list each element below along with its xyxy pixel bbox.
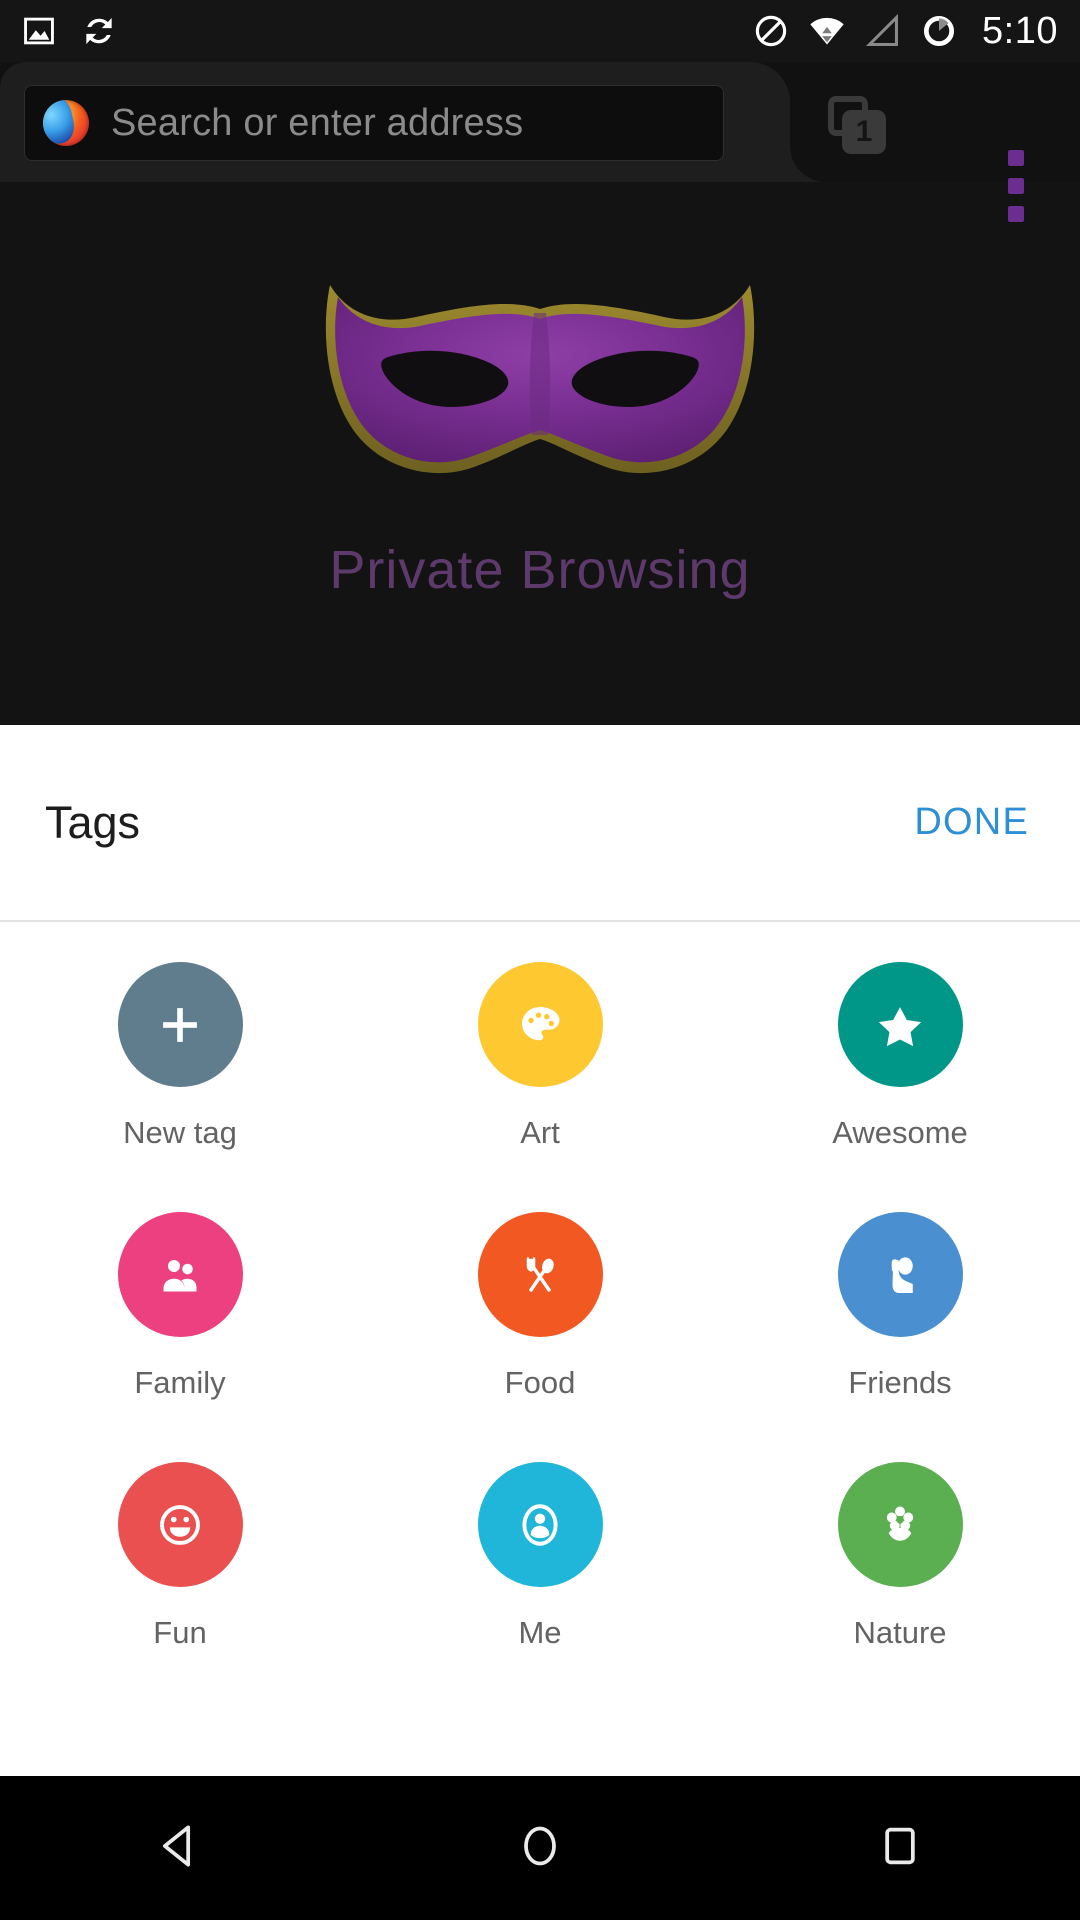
tag-label: Me bbox=[518, 1615, 562, 1650]
palette-icon bbox=[477, 962, 603, 1087]
smiley-icon bbox=[117, 1462, 243, 1587]
screenshot-icon bbox=[20, 12, 58, 50]
tag-grid: New tag Art Awesome Family Food Friends … bbox=[0, 922, 1080, 1712]
flower-icon bbox=[837, 1462, 963, 1587]
menu-dot bbox=[1008, 206, 1024, 222]
tag-item-food[interactable]: Food bbox=[360, 1212, 720, 1462]
tag-label: Food bbox=[504, 1365, 576, 1400]
home-button[interactable] bbox=[450, 1776, 630, 1920]
person-icon bbox=[477, 1462, 603, 1587]
search-input[interactable]: Search or enter address bbox=[24, 85, 724, 161]
tags-sheet: Tags DONE New tag Art Awesome Family Foo… bbox=[0, 725, 1080, 1776]
overflow-menu-icon[interactable] bbox=[1008, 150, 1024, 222]
tag-label: Nature bbox=[853, 1615, 947, 1650]
sync-icon bbox=[80, 12, 118, 50]
search-input-placeholder: Search or enter address bbox=[111, 101, 524, 144]
tag-item-friends[interactable]: Friends bbox=[720, 1212, 1080, 1462]
android-navigation-bar bbox=[0, 1776, 1080, 1920]
tag-label: New tag bbox=[123, 1115, 237, 1150]
tag-item-awesome[interactable]: Awesome bbox=[720, 962, 1080, 1212]
status-bar: 5:10 bbox=[0, 0, 1080, 62]
status-bar-left-icons bbox=[0, 12, 118, 50]
waving-person-icon bbox=[837, 1212, 963, 1337]
circle-home-icon bbox=[512, 1818, 568, 1879]
recents-button[interactable] bbox=[810, 1776, 990, 1920]
tag-label: Awesome bbox=[832, 1115, 968, 1150]
star-icon bbox=[837, 962, 963, 1087]
menu-dot bbox=[1008, 178, 1024, 194]
triangle-back-icon bbox=[152, 1818, 208, 1879]
square-recents-icon bbox=[872, 1818, 928, 1879]
page-title: Tags bbox=[45, 796, 141, 848]
tag-label: Friends bbox=[848, 1365, 952, 1400]
browser-toolbar: Search or enter address 1 bbox=[0, 62, 1080, 222]
back-button[interactable] bbox=[90, 1776, 270, 1920]
tags-sheet-header: Tags DONE bbox=[0, 725, 1080, 920]
tab-count-label: 1 bbox=[842, 110, 886, 154]
private-browsing-title: Private Browsing bbox=[329, 539, 751, 600]
phone-screen: 5:10 Private Browsing Search or enter ad… bbox=[0, 0, 1080, 1920]
status-bar-right-icons: 5:10 bbox=[752, 12, 1080, 50]
plus-icon bbox=[117, 962, 243, 1087]
tab-counter-button[interactable]: 1 bbox=[828, 96, 886, 154]
cellular-signal-icon bbox=[864, 12, 902, 50]
tag-item-new-tag[interactable]: New tag bbox=[0, 962, 360, 1212]
tag-label: Family bbox=[134, 1365, 226, 1400]
done-button[interactable]: DONE bbox=[908, 789, 1035, 856]
firefox-logo-icon bbox=[43, 100, 89, 146]
tag-item-me[interactable]: Me bbox=[360, 1462, 720, 1712]
tag-label: Fun bbox=[153, 1615, 207, 1650]
tag-item-art[interactable]: Art bbox=[360, 962, 720, 1212]
private-browsing-panel: Private Browsing bbox=[0, 182, 1080, 725]
tag-label: Art bbox=[520, 1115, 560, 1150]
fork-spoon-icon bbox=[477, 1212, 603, 1337]
people-icon bbox=[117, 1212, 243, 1337]
tag-item-family[interactable]: Family bbox=[0, 1212, 360, 1462]
status-bar-clock: 5:10 bbox=[982, 10, 1058, 52]
venetian-mask-icon bbox=[320, 277, 760, 497]
battery-icon bbox=[920, 12, 958, 50]
do-not-disturb-icon bbox=[752, 12, 790, 50]
menu-dot bbox=[1008, 150, 1024, 166]
tag-item-nature[interactable]: Nature bbox=[720, 1462, 1080, 1712]
tag-item-fun[interactable]: Fun bbox=[0, 1462, 360, 1712]
wifi-icon bbox=[808, 12, 846, 50]
